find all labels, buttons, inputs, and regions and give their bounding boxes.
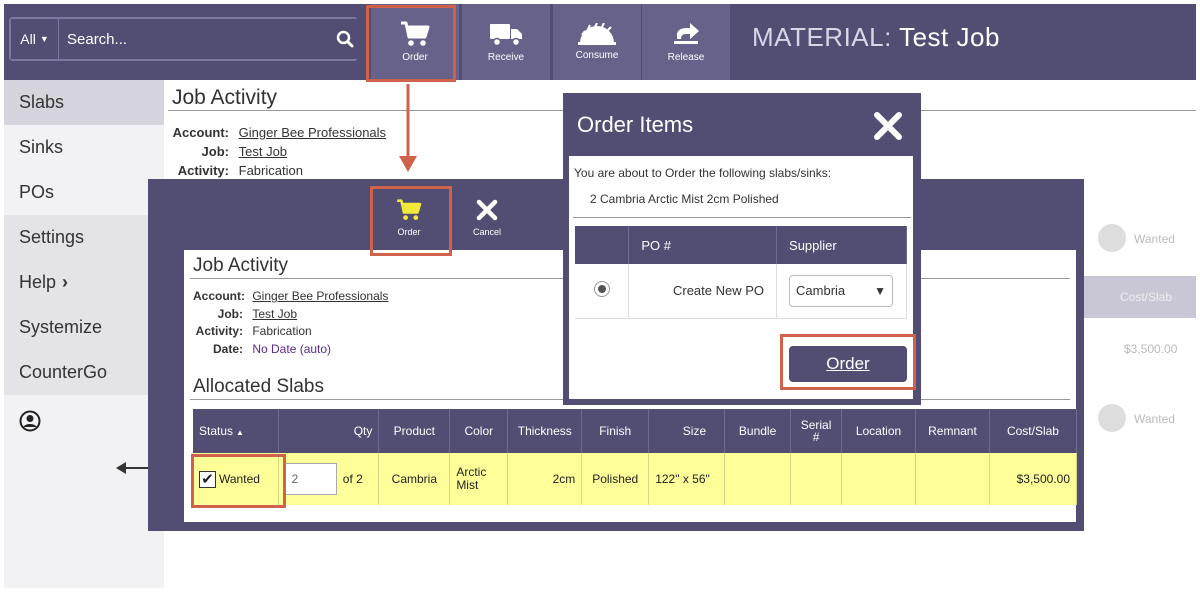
allocated-slabs-table: Status ▲ Qty Product Color Thickness Fini…: [193, 409, 1078, 505]
col-thickness: Thickness: [507, 409, 583, 453]
search-icon: [336, 30, 353, 48]
search-button[interactable]: [331, 19, 358, 59]
close-icon: [476, 199, 498, 221]
sidebar-item-countergo[interactable]: CounterGo: [4, 350, 164, 395]
faded-check-icon: [1098, 224, 1126, 252]
caret-down-icon: ▼: [874, 283, 887, 298]
col-size: Size: [648, 409, 726, 453]
dialog-order-highlight: [780, 334, 916, 390]
page-title-job: Test Job: [899, 22, 1000, 52]
job-activity-title: Job Activity: [193, 255, 289, 276]
col-status[interactable]: Status ▲: [193, 409, 280, 453]
po-radio[interactable]: [593, 281, 610, 298]
col-product: Product: [378, 409, 451, 453]
col-serial: Serial #: [790, 409, 843, 453]
supplier-select[interactable]: Cambria ▼: [789, 274, 894, 307]
dialog-close-button[interactable]: [872, 110, 904, 142]
allocated-slabs-title: Allocated Slabs: [193, 376, 324, 397]
panel-order-highlight: [370, 186, 452, 256]
dialog-intro: You are about to Order the following sla…: [574, 166, 832, 180]
table-header-row: Status ▲ Qty Product Color Thickness Fini…: [193, 409, 1078, 453]
left-arrow-icon: [116, 462, 148, 474]
col-finish: Finish: [581, 409, 650, 453]
page-title-prefix: MATERIAL:: [752, 22, 892, 52]
sidebar-item-systemize[interactable]: Systemize: [4, 305, 164, 350]
col-supplier: Supplier: [776, 226, 907, 264]
order-button-highlight: [366, 5, 456, 82]
job-link[interactable]: Test Job: [252, 307, 297, 321]
po-option: Create New PO: [628, 264, 778, 319]
caret-down-icon: ▼: [39, 34, 49, 44]
sidebar-item-account[interactable]: [4, 398, 164, 443]
sort-asc-icon: ▲: [236, 428, 244, 437]
job-details: Account: Ginger Bee Professionals Job: T…: [193, 289, 389, 356]
col-remnant: Remnant: [915, 409, 990, 453]
account-link[interactable]: Ginger Bee Professionals: [239, 125, 386, 140]
sidebar-item-sinks[interactable]: Sinks: [4, 125, 164, 170]
faded-check-icon: [1098, 404, 1126, 432]
status-highlight: [191, 454, 286, 508]
dialog-item: 2 Cambria Arctic Mist 2cm Polished: [590, 192, 779, 206]
release-toolbar-button[interactable]: Release: [642, 4, 730, 80]
down-arrow-icon: [399, 84, 417, 172]
qty-cell: of 2: [278, 453, 380, 505]
chevron-right-icon: ›: [62, 272, 69, 292]
sidebar-item-pos[interactable]: POs: [4, 170, 164, 215]
sidebar: Slabs Sinks POs Settings Help › Systemize…: [4, 80, 164, 588]
col-color: Color: [449, 409, 509, 453]
col-qty: Qty: [278, 409, 380, 453]
search-scope-dropdown[interactable]: All ▼: [11, 19, 59, 59]
consume-toolbar-button[interactable]: Consume: [553, 4, 641, 80]
col-po: PO #: [628, 226, 778, 264]
job-link[interactable]: Test Job: [239, 144, 287, 159]
table-header-row: PO # Supplier: [575, 226, 907, 264]
table-row: Create New PO Cambria ▼: [575, 264, 907, 319]
close-icon: [874, 112, 902, 140]
saw-blade-icon: [578, 23, 616, 45]
bg-job-details: Account: Ginger Bee Professionals Job: T…: [172, 125, 387, 178]
consume-toolbar-label: Consume: [575, 50, 619, 61]
receive-toolbar-label: Receive: [487, 52, 525, 63]
share-arrow-icon: [674, 23, 699, 44]
search-input[interactable]: [59, 19, 331, 59]
bg-job-activity-title: Job Activity: [172, 86, 278, 109]
search-scope-label: All: [20, 31, 36, 47]
col-bundle: Bundle: [724, 409, 792, 453]
divider: [573, 217, 911, 218]
page-title: MATERIAL: Test Job: [752, 22, 1000, 53]
release-toolbar-label: Release: [667, 52, 705, 63]
col-location: Location: [841, 409, 916, 453]
bg-faded-area: Wanted Cost/Slab $3,500.00 Wanted: [1084, 210, 1196, 540]
user-circle-icon: [19, 410, 41, 431]
panel-cancel-button[interactable]: Cancel: [456, 188, 518, 248]
receive-toolbar-button[interactable]: Receive: [462, 4, 550, 80]
truck-icon: [490, 24, 522, 47]
qty-input[interactable]: [285, 463, 338, 495]
sidebar-item-help[interactable]: Help ›: [4, 260, 164, 305]
sidebar-item-settings[interactable]: Settings: [4, 215, 164, 260]
search-box: All ▼: [9, 17, 358, 61]
col-cost: Cost/Slab: [989, 409, 1078, 453]
table-row: ✔ Wanted of 2 Cambria Arctic Mist 2cm Po…: [193, 453, 1078, 505]
po-table: PO # Supplier Create New PO Cambria ▼: [575, 226, 907, 319]
sidebar-item-slabs[interactable]: Slabs: [4, 80, 164, 125]
account-link[interactable]: Ginger Bee Professionals: [252, 289, 388, 303]
dialog-title: Order Items: [577, 112, 694, 137]
panel-cancel-label: Cancel: [472, 227, 501, 237]
